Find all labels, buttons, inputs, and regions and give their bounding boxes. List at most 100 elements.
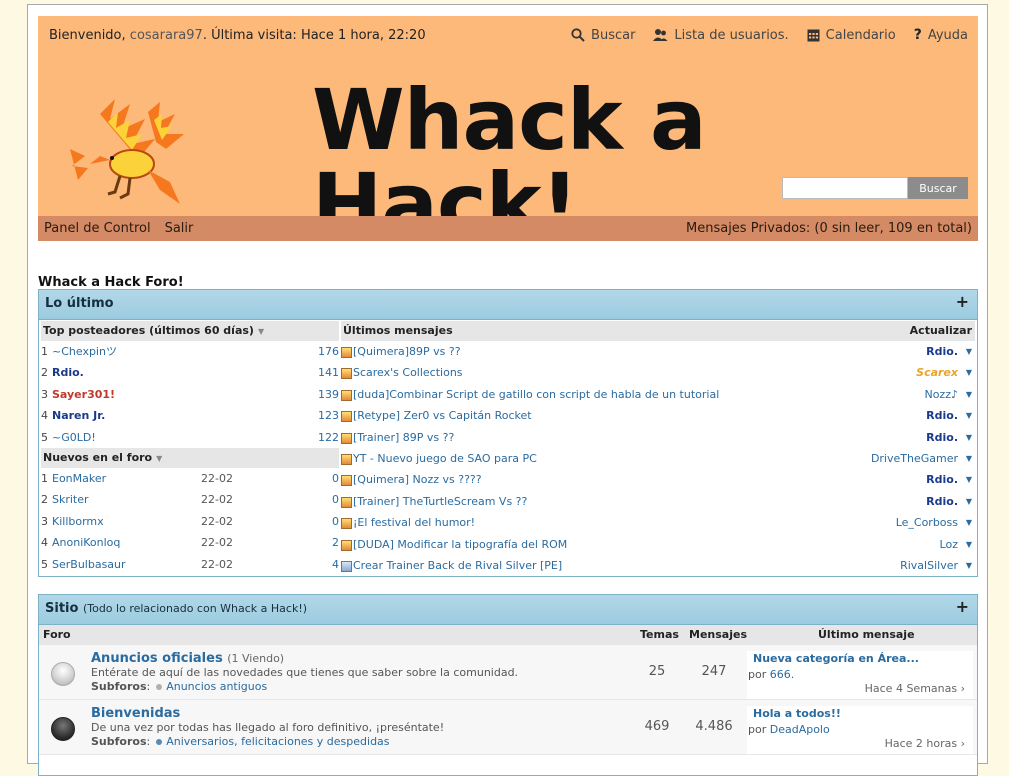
private-messages-link[interactable]: Mensajes Privados: (0 sin leer, 109 en t… bbox=[686, 221, 972, 236]
post-title-link[interactable]: [DUDA] Modificar la tipografía del ROM bbox=[353, 534, 567, 555]
refresh-link[interactable]: Actualizar bbox=[910, 321, 972, 341]
rank-number: 3 bbox=[41, 514, 48, 528]
forum-title: Whack a Hack Foro! bbox=[38, 275, 184, 290]
poster-name-link[interactable]: Naren Jr. bbox=[52, 405, 105, 426]
member-name-link[interactable]: AnoniKonloq bbox=[52, 532, 120, 553]
post-author-link[interactable]: Rdio. bbox=[926, 427, 958, 448]
nav-help[interactable]: ? Ayuda bbox=[914, 27, 968, 43]
top-navigation: Buscar Lista de usuarios. Calendario ? A… bbox=[571, 27, 968, 43]
dropdown-arrow-icon[interactable]: ▼ bbox=[966, 384, 972, 405]
nav-search[interactable]: Buscar bbox=[571, 27, 635, 43]
top-posters-header[interactable]: Top posteadores (últimos 60 días) ▼ bbox=[41, 321, 339, 341]
dropdown-arrow-icon[interactable]: ▼ bbox=[966, 427, 972, 448]
subforums-line: Subforos: Anuncios antiguos bbox=[91, 680, 268, 693]
post-title-link[interactable]: [Trainer] 89P vs ?? bbox=[353, 427, 454, 448]
topic-status-icon bbox=[341, 432, 352, 444]
post-author-link[interactable]: Rdio. bbox=[926, 491, 958, 512]
post-count-link[interactable]: 141 bbox=[318, 362, 339, 383]
dropdown-arrow-icon[interactable]: ▼ bbox=[966, 512, 972, 533]
post-author-link[interactable]: Le_Corboss bbox=[896, 512, 958, 533]
post-author-link[interactable]: Rdio. bbox=[926, 469, 958, 490]
calendar-icon bbox=[807, 28, 820, 42]
last-post-user-link[interactable]: 666. bbox=[770, 668, 795, 681]
welcome-prefix: Bienvenido, bbox=[49, 28, 126, 43]
dropdown-arrow-icon[interactable]: ▼ bbox=[966, 362, 972, 383]
join-date: 22-02 bbox=[201, 536, 233, 550]
nav-users[interactable]: Lista de usuarios. bbox=[653, 27, 789, 43]
sort-arrow-icon: ▼ bbox=[156, 453, 163, 463]
poster-name-link[interactable]: Rdio. bbox=[52, 362, 84, 383]
forum-status-icon bbox=[51, 717, 75, 741]
chevron-right-icon[interactable]: › bbox=[957, 682, 965, 695]
poster-name-link[interactable]: ~G0LD! bbox=[52, 427, 96, 448]
topic-status-icon bbox=[341, 539, 352, 551]
topic-status-icon bbox=[341, 496, 352, 508]
subforums-label: Subforos bbox=[91, 735, 147, 748]
topic-status-icon bbox=[341, 518, 352, 530]
member-name-link[interactable]: Skriter bbox=[52, 489, 89, 510]
post-author-link[interactable]: Scarex bbox=[916, 362, 958, 383]
expand-icon[interactable]: + bbox=[956, 597, 969, 616]
dropdown-arrow-icon[interactable]: ▼ bbox=[966, 555, 972, 576]
forum-header: Bienvenido, cosarara97. Última visita: H… bbox=[38, 16, 978, 246]
member-name-link[interactable]: EonMaker bbox=[52, 468, 106, 489]
dropdown-arrow-icon[interactable]: ▼ bbox=[966, 405, 972, 426]
control-panel-link[interactable]: Panel de Control bbox=[44, 221, 151, 236]
top-poster-row: 5 ~G0LD! 122 bbox=[41, 427, 339, 448]
latest-post-row: [Quimera] Nozz vs ???? Rdio. ▼ bbox=[341, 469, 975, 490]
dropdown-arrow-icon[interactable]: ▼ bbox=[966, 491, 972, 512]
dropdown-arrow-icon[interactable]: ▼ bbox=[966, 534, 972, 555]
header-search-input[interactable] bbox=[782, 177, 908, 199]
dropdown-arrow-icon[interactable]: ▼ bbox=[966, 469, 972, 490]
post-count-link[interactable]: 176 bbox=[318, 341, 339, 362]
header-search-button[interactable]: Buscar bbox=[908, 177, 968, 199]
logout-link[interactable]: Salir bbox=[165, 221, 194, 236]
nav-calendar[interactable]: Calendario bbox=[807, 27, 896, 43]
post-author-link[interactable]: Loz bbox=[940, 534, 958, 555]
dropdown-arrow-icon[interactable]: ▼ bbox=[966, 341, 972, 362]
topic-status-icon bbox=[341, 475, 352, 487]
poster-name-link[interactable]: Sayer301! bbox=[52, 384, 115, 405]
member-name-link[interactable]: Killbormx bbox=[52, 511, 104, 532]
post-title-link[interactable]: [Retype] Zer0 vs Capitán Rocket bbox=[353, 405, 532, 426]
expand-icon[interactable]: + bbox=[956, 292, 969, 311]
top-poster-row: 3 Sayer301! 139 bbox=[41, 384, 339, 405]
username-link[interactable]: cosarara97 bbox=[130, 28, 203, 43]
post-author-link[interactable]: Rdio. bbox=[926, 341, 958, 362]
forum-status-icon bbox=[51, 662, 75, 686]
post-count-link[interactable]: 123 bbox=[318, 405, 339, 426]
latest-posts-header-label: Últimos mensajes bbox=[343, 324, 453, 337]
rank-number: 2 bbox=[41, 366, 48, 380]
post-author-link[interactable]: Nozz♪ bbox=[924, 384, 958, 405]
post-author-link[interactable]: RivalSilver bbox=[900, 555, 958, 576]
post-title-link[interactable]: YT - Nuevo juego de SAO para PC bbox=[353, 448, 537, 469]
new-members-header[interactable]: Nuevos en el foro ▼ bbox=[41, 447, 339, 468]
chevron-right-icon[interactable]: › bbox=[957, 737, 965, 750]
latest-box-header: Lo último + bbox=[39, 290, 977, 320]
post-count-link[interactable]: 139 bbox=[318, 384, 339, 405]
post-title-link[interactable]: [duda]Combinar Script de gatillo con scr… bbox=[353, 384, 719, 405]
post-author-link[interactable]: DriveTheGamer bbox=[871, 448, 958, 469]
nav-search-label: Buscar bbox=[591, 27, 636, 43]
forum-columns-header: Foro Temas Mensajes Último mensaje bbox=[39, 625, 977, 645]
subforum-link[interactable]: Aniversarios, felicitaciones y despedida… bbox=[166, 735, 389, 748]
subforum-link[interactable]: Anuncios antiguos bbox=[166, 680, 267, 693]
post-author-link[interactable]: Rdio. bbox=[926, 405, 958, 426]
post-title-link[interactable]: [Trainer] TheTurtleScream Vs ?? bbox=[353, 491, 527, 512]
dropdown-arrow-icon[interactable]: ▼ bbox=[966, 448, 972, 469]
last-post-user-link[interactable]: DeadApolo bbox=[770, 723, 830, 736]
post-title-link[interactable]: Crear Trainer Back de Rival Silver [PE] bbox=[353, 555, 562, 576]
post-title-link[interactable]: ¡El festival del humor! bbox=[353, 512, 475, 533]
poster-name-link[interactable]: ~Chexpinツ bbox=[52, 341, 117, 362]
post-title-link[interactable]: [Quimera] Nozz vs ???? bbox=[353, 469, 482, 490]
member-name-link[interactable]: SerBulbasaur bbox=[52, 554, 126, 575]
rank-number: 4 bbox=[41, 536, 48, 550]
last-post-title-link[interactable]: Hola a todos!! bbox=[753, 707, 841, 720]
post-count-link[interactable]: 122 bbox=[318, 427, 339, 448]
last-post-title-link[interactable]: Nueva categoría en Área... bbox=[753, 652, 919, 665]
forum-name-link[interactable]: Anuncios oficiales bbox=[91, 651, 223, 666]
forum-name-link[interactable]: Bienvenidas bbox=[91, 706, 180, 721]
post-title-link[interactable]: Scarex's Collections bbox=[353, 362, 463, 383]
last-post-by: por 666. bbox=[748, 668, 794, 681]
post-title-link[interactable]: [Quimera]89P vs ?? bbox=[353, 341, 461, 362]
